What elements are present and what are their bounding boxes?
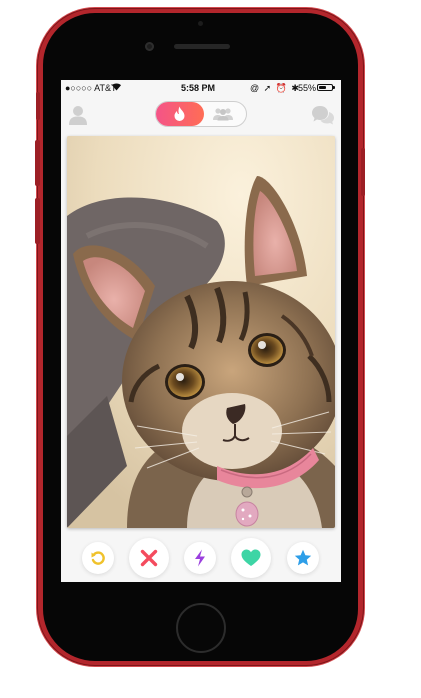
messages-button[interactable] [311,104,335,126]
volume-down-button [35,198,40,244]
action-bar [61,534,341,582]
earpiece-speaker [174,44,230,49]
wifi-icon [111,82,122,93]
boost-bolt-icon [195,549,205,567]
like-button[interactable] [231,538,271,578]
group-icon [213,108,233,121]
battery-percent: 55% [298,83,317,93]
chat-bubbles-icon [312,106,334,125]
battery-nub [333,86,335,89]
proximity-sensor [198,21,203,26]
profile-button[interactable] [67,104,89,126]
front-camera [145,42,154,51]
rewind-button[interactable] [82,542,114,574]
like-heart-icon [241,549,261,566]
mode-toggle[interactable] [155,101,247,127]
status-bar: ●○○○○ AT&T 5:58 PM @ ➚ ⏰ ✱ 55% [61,80,341,97]
profile-card[interactable] [67,136,335,528]
flame-icon [174,106,185,121]
tab-discover[interactable] [156,102,204,126]
power-button [361,148,365,196]
status-icons: @ ➚ ⏰ ✱ [250,83,300,93]
rewind-icon [91,551,105,565]
tab-social[interactable] [212,107,234,126]
profile-icon [69,106,87,125]
nope-x-icon [140,549,158,567]
mute-switch [36,92,40,120]
battery-icon [317,84,333,91]
tabby-kitten-photo [67,136,335,528]
battery-fill [319,86,326,89]
super-like-star-icon [294,549,312,566]
boost-button[interactable] [184,542,216,574]
app-header [61,97,341,133]
volume-up-button [35,140,40,186]
home-button[interactable] [176,603,226,653]
app-screen: ●○○○○ AT&T 5:58 PM @ ➚ ⏰ ✱ 55% [61,80,341,582]
status-time: 5:58 PM [181,83,216,93]
nope-button[interactable] [129,538,169,578]
super-like-button[interactable] [287,542,319,574]
carrier-label: ●○○○○ AT&T [65,83,117,93]
